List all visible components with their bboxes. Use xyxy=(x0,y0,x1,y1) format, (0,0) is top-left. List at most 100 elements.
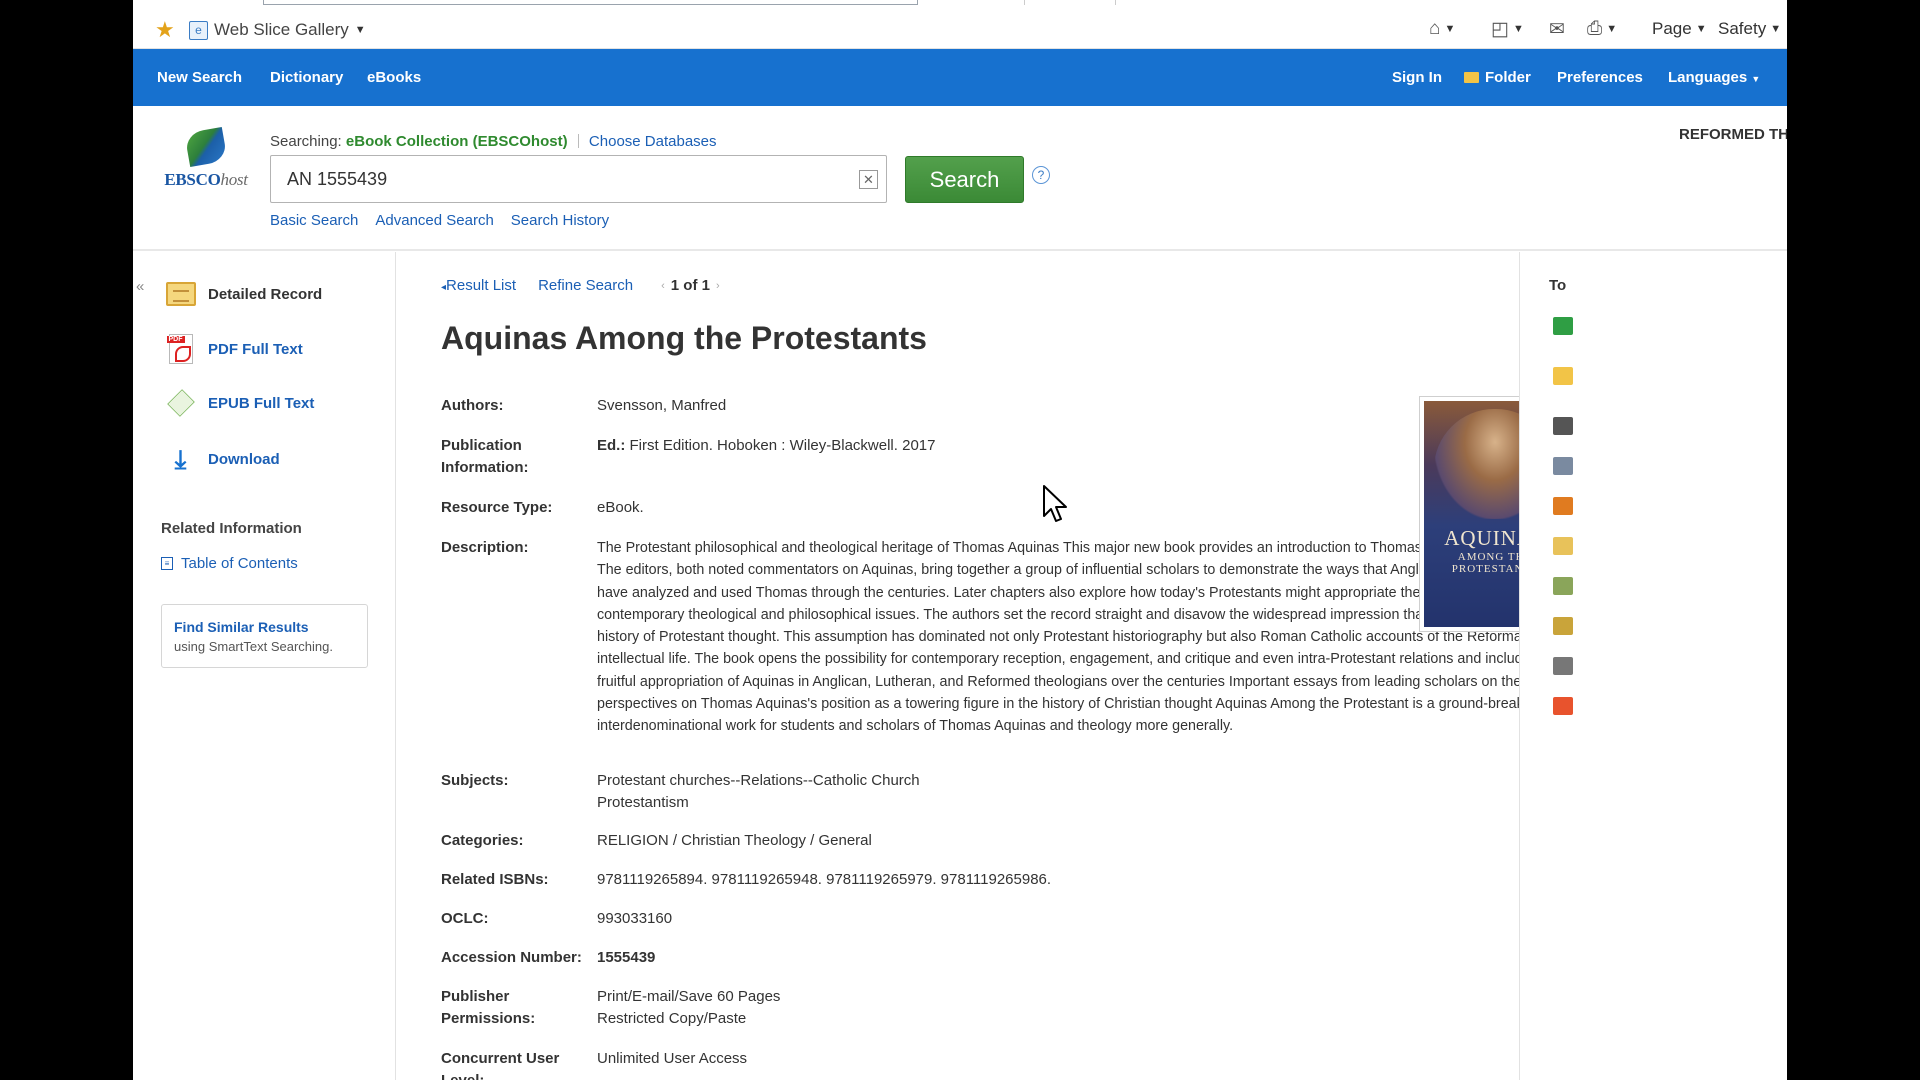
mouse-cursor-icon xyxy=(1043,485,1067,522)
advanced-search-link[interactable]: Advanced Search xyxy=(375,212,493,229)
publisher-permissions-label: Publisher Permissions: xyxy=(441,988,536,1027)
clear-icon[interactable]: ✕ xyxy=(859,170,878,189)
nav-dictionary[interactable]: Dictionary xyxy=(270,49,343,106)
description-label: Description: xyxy=(441,539,529,556)
download-icon: ⤓ xyxy=(174,444,187,474)
tools-panel: To xyxy=(1519,252,1787,1080)
share-icon[interactable] xyxy=(1553,697,1573,715)
chevron-down-icon: ▼ xyxy=(1695,23,1707,35)
top-navigation: New Search Dictionary eBooks Sign In Fol… xyxy=(133,49,1787,106)
subject-link[interactable]: Protestant churches--Relations--Catholic… xyxy=(597,770,920,792)
find-similar-results-link[interactable]: Find Similar Results xyxy=(174,619,367,635)
search-header: EBSCOhost Searching: eBook Collection (E… xyxy=(133,106,1787,251)
oclc-label: OCLC: xyxy=(441,910,489,927)
chevron-down-icon: ▼ xyxy=(1606,23,1618,35)
cite-icon[interactable] xyxy=(1553,537,1573,555)
home-button[interactable]: ⌂ ▼ xyxy=(1429,18,1455,40)
logo-ebsco-text: EBSCO xyxy=(164,170,221,189)
google-drive-icon[interactable] xyxy=(1553,317,1573,335)
nav-preferences[interactable]: Preferences xyxy=(1557,49,1643,106)
export-icon[interactable] xyxy=(1553,577,1573,595)
detailed-record-icon xyxy=(165,279,196,310)
result-list-label: Result List xyxy=(446,277,517,294)
chevron-down-icon: ▼ xyxy=(1751,74,1761,84)
print-button[interactable]: ⎙ ▼ xyxy=(1587,18,1617,40)
choose-databases-link[interactable]: Choose Databases xyxy=(589,133,717,150)
search-input[interactable] xyxy=(271,156,851,202)
safety-menu-label: Safety xyxy=(1718,19,1767,38)
sidebar-item-epub-full-text[interactable]: EPUB Full Text xyxy=(165,387,314,419)
ebscohost-logo[interactable]: EBSCOhost xyxy=(156,126,256,194)
read-mail-button[interactable]: ✉ xyxy=(1549,18,1565,40)
record-detail: ◂Result List Refine Search ‹ 1 of 1 › Aq… xyxy=(397,252,1690,1080)
sidebar-item-detailed-record[interactable]: Detailed Record xyxy=(165,278,322,310)
sidebar-item-label: Download xyxy=(208,450,280,468)
toolbar-separator xyxy=(1024,0,1025,5)
web-slice-icon: e xyxy=(189,20,208,40)
save-icon[interactable] xyxy=(1553,497,1573,515)
sidebar-item-download[interactable]: ⤓ Download xyxy=(165,443,280,475)
related-isbns-label: Related ISBNs: xyxy=(441,871,549,888)
subject-link[interactable]: Protestantism xyxy=(597,792,689,814)
search-box: ✕ xyxy=(270,155,887,203)
feeds-button[interactable]: ◰ ▼ xyxy=(1491,18,1524,40)
browser-toolbar: ★ e Web Slice Gallery ▼ ⌂ ▼ ◰ ▼ ✉ ⎙ ▼ Pa… xyxy=(133,0,1787,49)
nav-sign-in[interactable]: Sign In xyxy=(1392,49,1442,106)
related-isbns-value: 9781119265894. 9781119265948. 9781119265… xyxy=(597,871,1052,888)
web-slice-gallery-button[interactable]: e Web Slice Gallery ▼ xyxy=(189,19,366,41)
concurrent-user-level-label: Concurrent UserLevel: xyxy=(441,1050,560,1080)
create-note-icon[interactable] xyxy=(1553,617,1573,635)
tools-heading: To xyxy=(1549,277,1567,294)
previous-record-icon[interactable]: ‹ xyxy=(661,280,665,292)
page-menu[interactable]: Page ▼ xyxy=(1652,18,1707,40)
nav-ebooks[interactable]: eBooks xyxy=(367,49,421,106)
search-button[interactable]: Search xyxy=(905,156,1024,203)
ebsco-leaf-icon xyxy=(184,126,228,168)
result-list-link[interactable]: ◂Result List xyxy=(441,277,516,294)
sidebar-item-label: EPUB Full Text xyxy=(208,394,315,412)
category-link[interactable]: RELIGION / Christian Theology / General xyxy=(597,830,872,852)
print-icon[interactable] xyxy=(1553,417,1573,435)
searching-label: Searching: xyxy=(270,133,342,150)
sidebar-item-pdf-full-text[interactable]: PDF Full Text xyxy=(165,333,303,365)
nav-languages[interactable]: Languages ▼ xyxy=(1668,49,1760,106)
sidebar-item-label: PDF Full Text xyxy=(208,340,303,358)
help-icon[interactable]: ? xyxy=(1032,166,1050,184)
next-record-icon[interactable]: › xyxy=(716,280,720,292)
logo-text: EBSCOhost xyxy=(156,170,256,190)
collapse-sidebar-icon[interactable]: « xyxy=(136,278,144,295)
logo-host-text: host xyxy=(220,170,248,189)
nav-folder-label: Folder xyxy=(1485,69,1531,86)
author-link[interactable]: Svensson, Manfred xyxy=(597,395,726,417)
chevron-down-icon: ▼ xyxy=(1512,23,1524,35)
favorites-star-icon[interactable]: ★ xyxy=(155,19,175,41)
basic-search-link[interactable]: Basic Search xyxy=(270,212,358,229)
permalink-icon[interactable] xyxy=(1553,657,1573,675)
search-history-link[interactable]: Search History xyxy=(511,212,609,229)
safety-menu[interactable]: Safety ▼ xyxy=(1718,18,1781,40)
record-title: Aquinas Among the Protestants xyxy=(441,320,927,356)
table-of-contents-icon: ≡ xyxy=(161,557,173,570)
find-similar-subtext: using SmartText Searching. xyxy=(174,639,333,654)
search-mode-links: Basic Search Advanced Search Search Hist… xyxy=(270,212,609,229)
home-icon: ⌂ xyxy=(1429,18,1441,39)
table-of-contents-link[interactable]: ≡ Table of Contents xyxy=(161,555,298,572)
pager-text: 1 of 1 xyxy=(670,277,710,294)
refine-search-link[interactable]: Refine Search xyxy=(538,277,633,294)
mail-icon: ✉ xyxy=(1549,18,1565,40)
toolbar-separator xyxy=(1115,0,1116,5)
searching-line: Searching: eBook Collection (EBSCOhost) … xyxy=(270,133,717,150)
resource-type-label: Resource Type: xyxy=(441,499,553,516)
divider xyxy=(577,134,579,148)
web-slice-label: Web Slice Gallery xyxy=(214,20,349,39)
concurrent-user-level-value: Unlimited User Access xyxy=(597,1050,748,1067)
publication-info-value: Ed.: First Edition. Hoboken : Wiley-Blac… xyxy=(597,437,936,454)
epub-icon xyxy=(165,388,196,419)
nav-new-search[interactable]: New Search xyxy=(157,49,242,106)
address-bar[interactable] xyxy=(263,0,918,5)
add-to-folder-icon[interactable] xyxy=(1553,367,1573,385)
nav-folder[interactable]: Folder xyxy=(1464,49,1531,106)
email-icon[interactable] xyxy=(1553,457,1573,475)
folder-icon xyxy=(1464,72,1479,83)
nav-languages-label: Languages xyxy=(1668,69,1748,86)
